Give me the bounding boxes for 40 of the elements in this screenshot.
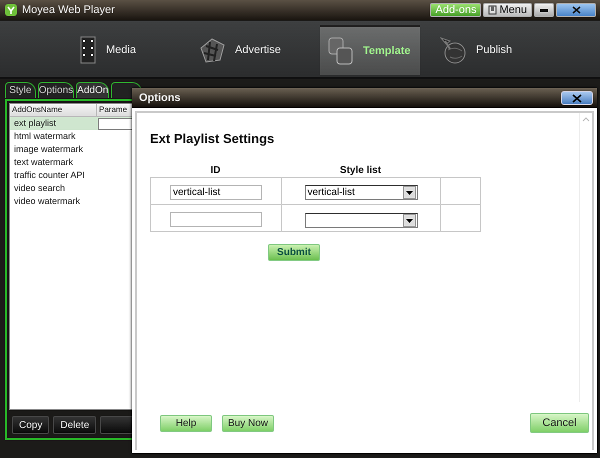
panel-button[interactable]: Delete <box>53 416 96 434</box>
column-header: ID <box>210 165 222 176</box>
close-icon <box>572 94 582 102</box>
submit-button[interactable]: Submit <box>268 244 320 261</box>
panel-button[interactable]: Copy <box>12 416 50 434</box>
tab[interactable]: AddOn <box>76 82 110 98</box>
panel-button[interactable] <box>100 416 135 434</box>
nav-tab[interactable]: Advertise <box>200 25 310 75</box>
stack-icon <box>328 37 353 65</box>
app-logo-icon <box>4 3 18 17</box>
cube-icon <box>200 38 225 62</box>
settings-heading: Ext Playlist Settings <box>150 131 276 146</box>
window-title: Moyea Web Player <box>22 4 116 16</box>
close-button[interactable] <box>556 3 596 17</box>
column-header: Style list <box>338 165 382 176</box>
menu-icon <box>488 5 498 15</box>
dialog-button[interactable]: Cancel <box>530 413 589 433</box>
id-field[interactable] <box>170 212 262 227</box>
dialog-button[interactable]: Help <box>160 414 212 432</box>
close-icon <box>572 6 580 14</box>
film-icon <box>80 36 96 64</box>
tab[interactable]: Style <box>5 82 36 98</box>
id-field[interactable]: vertical-list <box>170 185 262 200</box>
minimize-icon <box>540 8 548 12</box>
minimize-button[interactable] <box>534 3 554 17</box>
scroll-up-icon <box>582 117 590 122</box>
close-button[interactable] <box>561 91 593 105</box>
column-header[interactable]: AddOnsName <box>10 104 97 116</box>
menu-button[interactable]: Menu <box>483 3 532 17</box>
addon-name: ext playlist <box>13 117 58 130</box>
style-dropdown[interactable] <box>304 213 418 228</box>
nav-tab[interactable]: Publish <box>440 25 550 75</box>
dialog-button[interactable]: Buy Now <box>222 414 274 432</box>
style-dropdown[interactable]: vertical-list <box>304 185 418 200</box>
globe-icon <box>440 36 466 64</box>
tab[interactable]: Options <box>38 82 74 98</box>
nav-tab[interactable]: Template <box>320 25 420 75</box>
nav-tab[interactable]: Media <box>80 25 190 75</box>
column-header[interactable]: Parame <box>97 104 128 116</box>
dialog-title: Options <box>139 92 181 104</box>
